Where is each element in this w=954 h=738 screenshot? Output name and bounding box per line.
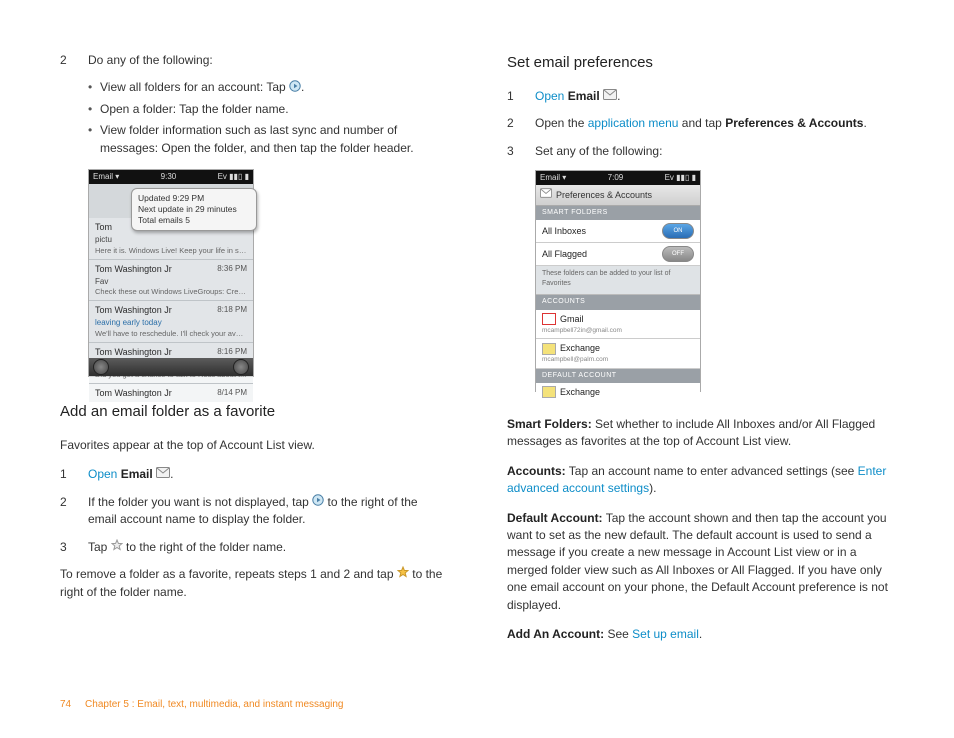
star-outline-icon [111, 539, 123, 556]
pref-step-1: 1 Open Email . [507, 88, 894, 106]
toggle-on-icon: ON [662, 223, 694, 239]
step-number: 2 [507, 115, 535, 132]
status-bar: Email ▾ 9:30 Ev ▮▮▯ ▮ [89, 170, 253, 184]
row-all-inboxes: All Inboxes ON [536, 220, 700, 243]
email-row: 8:36 PM Tom Washington Jr Fav Check thes… [89, 260, 253, 302]
section-accounts: ACCOUNTS [536, 295, 700, 309]
prefs-accounts-label: Preferences & Accounts [725, 116, 863, 130]
status-bar: Email ▾ 7:09 Ev ▮▮▯ ▮ [536, 171, 700, 185]
step-body: Do any of the following: [88, 52, 447, 69]
email-icon [540, 188, 552, 202]
para-smart-folders: Smart Folders: Set whether to include Al… [507, 416, 894, 451]
star-filled-icon [397, 566, 409, 583]
play-circle-icon [289, 80, 301, 97]
email-row: 8:18 PM Tom Washington Jr leaving early … [89, 301, 253, 343]
email-icon [156, 466, 170, 483]
fav-step-1: 1 Open Email . [60, 466, 447, 484]
bullet-view-folders: View all folders for an account: Tap . [88, 79, 447, 97]
chapter-title: Chapter 5 : Email, text, multimedia, and… [85, 699, 343, 710]
application-menu-link[interactable]: application menu [588, 116, 679, 130]
app-title-bar: Preferences & Accounts [536, 185, 700, 206]
left-column: 2 Do any of the following: View all fold… [60, 52, 447, 655]
signal-icon: Ev ▮▮▯ ▮ [665, 172, 696, 184]
pref-step-2: 2 Open the application menu and tap Pref… [507, 115, 894, 132]
update-popup: Updated 9:29 PM Next update in 29 minute… [131, 188, 257, 231]
step-number: 2 [60, 494, 88, 529]
account-row-gmail: Gmail mcampbell72in@gmail.com [536, 310, 700, 339]
fav-step-3: 3 Tap to the right of the folder name. [60, 539, 447, 557]
default-account-row: Exchange [536, 383, 700, 402]
email-row: 8/14 PM Tom Washington Jr [89, 384, 253, 402]
right-column: Set email preferences 1 Open Email . 2 O… [507, 52, 894, 655]
favorite-intro: Favorites appear at the top of Account L… [60, 437, 447, 454]
exchange-icon [542, 386, 556, 398]
section-default-account: DEFAULT ACCOUNT [536, 369, 700, 383]
pref-step-3: 3 Set any of the following: [507, 143, 894, 160]
dropdown-icon: ▾ [115, 172, 119, 181]
left-bullet-list: View all folders for an account: Tap . O… [88, 79, 447, 157]
email-icon [603, 88, 617, 105]
para-add-account: Add An Account: See Set up email. [507, 626, 894, 643]
screenshot-preferences: Email ▾ 7:09 Ev ▮▮▯ ▮ Preferences & Acco… [535, 170, 701, 392]
step-number: 1 [60, 466, 88, 484]
set-up-email-link[interactable]: Set up email [632, 627, 699, 641]
step-number: 3 [507, 143, 535, 160]
step-number: 2 [60, 52, 88, 69]
play-circle-icon [312, 494, 324, 511]
email-app-name: Email [121, 467, 153, 481]
fav-step-2: 2 If the folder you want is not displaye… [60, 494, 447, 529]
para-default-account: Default Account: Tap the account shown a… [507, 510, 894, 614]
open-link[interactable]: Open [88, 467, 117, 481]
toggle-off-icon: OFF [662, 246, 694, 262]
bullet-open-folder: Open a folder: Tap the folder name. [88, 101, 447, 118]
bullet-view-folder-info: View folder information such as last syn… [88, 122, 447, 157]
heading-add-favorite: Add an email folder as a favorite [60, 401, 447, 423]
para-accounts: Accounts: Tap an account name to enter a… [507, 463, 894, 498]
step-number: 1 [507, 88, 535, 106]
signal-icon: Ev ▮▮▯ ▮ [218, 171, 249, 183]
page-footer: 74 Chapter 5 : Email, text, multimedia, … [60, 698, 344, 713]
page-number: 74 [60, 699, 71, 710]
smart-folders-hint: These folders can be added to your list … [536, 266, 700, 295]
open-link[interactable]: Open [535, 89, 564, 103]
gmail-icon [542, 313, 556, 325]
screenshot-email-list: Email ▾ 9:30 Ev ▮▮▯ ▮ Updated 9:29 PM Ne… [88, 169, 254, 377]
left-step-2: 2 Do any of the following: [60, 52, 447, 69]
step-number: 3 [60, 539, 88, 557]
dropdown-icon: ▾ [562, 173, 566, 182]
bottom-toolbar [89, 358, 253, 376]
email-app-name: Email [568, 89, 600, 103]
account-row-exchange: Exchange mcampbell@palm.com [536, 339, 700, 368]
remove-favorite-note: To remove a folder as a favorite, repeat… [60, 566, 447, 601]
row-all-flagged: All Flagged OFF [536, 243, 700, 266]
section-smart-folders: SMART FOLDERS [536, 206, 700, 220]
heading-set-prefs: Set email preferences [507, 52, 894, 74]
compose-icon [93, 359, 109, 375]
exchange-icon [542, 343, 556, 355]
refresh-icon [233, 359, 249, 375]
